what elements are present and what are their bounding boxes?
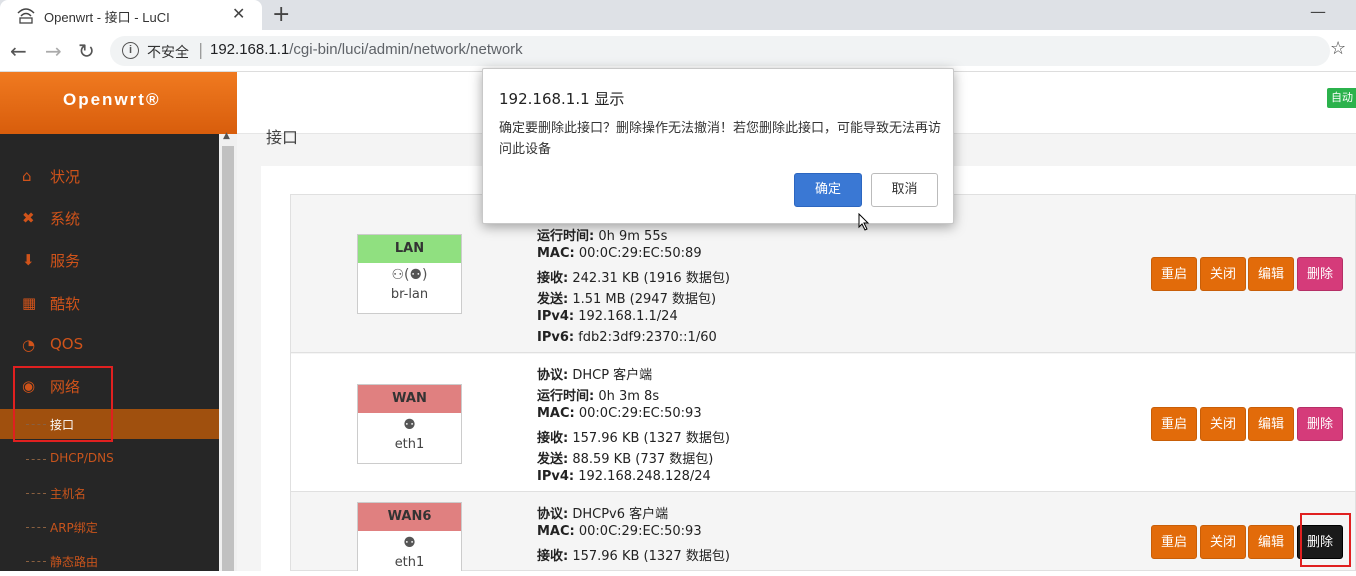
confirm-button[interactable]: 确定 xyxy=(794,173,862,207)
browser-tab-bar: Openwrt - 接口 - LuCI ✕ + — xyxy=(0,0,1356,30)
interface-info-line: MAC: 00:0C:29:EC:50:93 xyxy=(537,524,702,539)
interface-info-line: IPv4: 192.168.248.128/24 xyxy=(537,469,711,484)
interface-badge-lan: LAN ⚇(⚉) br-lan xyxy=(357,234,462,314)
edit-button[interactable]: 编辑 xyxy=(1248,257,1294,291)
interface-info-line: MAC: 00:0C:29:EC:50:93 xyxy=(537,406,702,421)
network-device-icon: ⚇(⚉) xyxy=(391,267,428,283)
tree-dash xyxy=(26,527,46,528)
sidebar-subitem-static-routes[interactable]: 静态路由 xyxy=(0,546,219,576)
interface-badge-wan: WAN ⚉ eth1 xyxy=(357,384,462,464)
highlight-delete-button xyxy=(1300,513,1351,567)
wifi-router-icon xyxy=(17,8,35,24)
dialog-title: 192.168.1.1 显示 xyxy=(499,90,625,108)
edit-button[interactable]: 编辑 xyxy=(1248,525,1294,559)
stop-button[interactable]: 关闭 xyxy=(1200,257,1246,291)
interface-info-line: 发送: 88.59 KB (737 数据包) xyxy=(537,452,714,467)
restart-button[interactable]: 重启 xyxy=(1151,407,1197,441)
page-title: 接口 xyxy=(266,128,299,147)
interface-info-line: IPv6: fdb2:3df9:2370::1/60 xyxy=(537,330,717,345)
sidebar-item-label: 系统 xyxy=(50,210,81,228)
browser-nav-bar: ← → ↻ i 不安全 | 192.168.1.1/cgi-bin/luci/a… xyxy=(0,30,1356,72)
interface-device: eth1 xyxy=(394,555,425,570)
restart-button[interactable]: 重启 xyxy=(1151,525,1197,559)
brand-text: Openwrt® xyxy=(63,90,161,109)
sidebar-item-services[interactable]: ⬇ 服务 xyxy=(0,243,219,279)
confirm-dialog: 192.168.1.1 显示 确定要删除此接口？删除操作无法撤消！若您删除此接口… xyxy=(482,68,954,224)
sidebar-item-software[interactable]: ▦ 酷软 xyxy=(0,286,219,322)
download-icon: ⬇ xyxy=(22,251,35,269)
interface-info-line: 接收: 157.96 KB (1327 数据包) xyxy=(537,431,730,446)
interface-device: br-lan xyxy=(390,287,429,302)
interface-info-line: 接收: 157.96 KB (1327 数据包) xyxy=(537,549,730,564)
delete-button[interactable]: 删除 xyxy=(1297,407,1343,441)
home-icon: ⌂ xyxy=(22,167,32,185)
sidebar-subitem-label: ARP绑定 xyxy=(50,521,98,535)
url-host: 192.168.1.1 xyxy=(210,41,290,58)
sidebar-item-status[interactable]: ⌂ 状况 xyxy=(0,159,219,195)
security-label: 不安全 xyxy=(147,45,189,61)
interface-info-line: 运行时间: 0h 9m 55s xyxy=(537,229,668,244)
sidebar-item-label: 状况 xyxy=(50,168,81,186)
dialog-message: 确定要删除此接口？删除操作无法撤消！若您删除此接口，可能导致无法再访问此设备 xyxy=(499,121,942,157)
interface-info-line: 协议: DHCP 客户端 xyxy=(537,368,653,383)
interface-info-line: MAC: 00:0C:29:EC:50:89 xyxy=(537,246,702,261)
browser-tab[interactable]: Openwrt - 接口 - LuCI ✕ xyxy=(0,0,262,30)
delete-button[interactable]: 删除 xyxy=(1297,257,1343,291)
bookmark-star-icon[interactable]: ☆ xyxy=(1330,38,1346,59)
info-icon[interactable]: i xyxy=(122,42,139,59)
calendar-icon: ▦ xyxy=(22,294,37,312)
scroll-up-icon[interactable]: ▲ xyxy=(223,131,230,141)
interface-info-line: 接收: 242.31 KB (1916 数据包) xyxy=(537,271,730,286)
cancel-button[interactable]: 取消 xyxy=(871,173,938,207)
url-path: /cgi-bin/luci/admin/network/network xyxy=(289,41,523,58)
network-device-icon: ⚉ xyxy=(403,417,416,433)
auto-refresh-badge[interactable]: 自动 xyxy=(1327,88,1356,108)
interface-info-line: IPv4: 192.168.1.1/24 xyxy=(537,309,678,324)
interface-info-line: 发送: 1.51 MB (2947 数据包) xyxy=(537,292,717,307)
sidebar-subitem-dhcp-dns[interactable]: DHCP/DNS xyxy=(0,444,219,474)
tree-dash xyxy=(26,493,46,494)
stop-button[interactable]: 关闭 xyxy=(1200,525,1246,559)
back-icon[interactable]: ← xyxy=(10,39,27,63)
mouse-cursor-icon xyxy=(858,213,870,231)
highlight-network-menu xyxy=(13,366,113,442)
sidebar-item-system[interactable]: ✖ 系统 xyxy=(0,201,219,237)
interface-name: LAN xyxy=(358,235,461,263)
sidebar-subitem-label: 静态路由 xyxy=(50,555,99,569)
sidebar-scroll-thumb[interactable] xyxy=(222,146,234,571)
brand-logo[interactable]: Openwrt® xyxy=(0,72,237,134)
url-separator: | xyxy=(198,40,204,59)
interface-info-line: 协议: DHCPv6 客户端 xyxy=(537,507,669,522)
gauge-icon: ◔ xyxy=(22,336,36,354)
sidebar-subitem-arp-binding[interactable]: ARP绑定 xyxy=(0,512,219,542)
tree-dash xyxy=(26,561,46,562)
new-tab-icon[interactable]: + xyxy=(272,2,290,27)
tab-title: Openwrt - 接口 - LuCI xyxy=(44,10,170,25)
sidebar-subitem-label: DHCP/DNS xyxy=(50,451,114,465)
tools-icon: ✖ xyxy=(22,209,35,227)
close-tab-icon[interactable]: ✕ xyxy=(232,4,245,23)
interface-name: WAN xyxy=(358,385,461,413)
stop-button[interactable]: 关闭 xyxy=(1200,407,1246,441)
sidebar: ⌂ 状况 ✖ 系统 ⬇ 服务 ▦ 酷软 ◔ QOS ◉ 网络 接口 DHCP/D… xyxy=(0,134,219,571)
sidebar-item-label: 服务 xyxy=(50,252,81,270)
reload-icon[interactable]: ↻ xyxy=(78,39,95,63)
restart-button[interactable]: 重启 xyxy=(1151,257,1197,291)
interface-device: eth1 xyxy=(394,437,425,452)
forward-icon[interactable]: → xyxy=(45,39,62,63)
interface-name: WAN6 xyxy=(358,503,461,531)
sidebar-subitem-hostnames[interactable]: 主机名 xyxy=(0,478,219,508)
address-bar[interactable]: i 不安全 | 192.168.1.1/cgi-bin/luci/admin/n… xyxy=(110,36,1330,66)
minimize-icon[interactable]: — xyxy=(1310,2,1326,21)
sidebar-item-label: 酷软 xyxy=(50,295,81,313)
sidebar-subitem-label: 主机名 xyxy=(50,487,87,501)
interface-info-line: 运行时间: 0h 3m 8s xyxy=(537,389,660,404)
tree-dash xyxy=(26,459,46,460)
interface-badge-wan6: WAN6 ⚉ eth1 xyxy=(357,502,462,571)
network-device-icon: ⚉ xyxy=(403,535,416,551)
url-text[interactable]: 192.168.1.1/cgi-bin/luci/admin/network/n… xyxy=(210,41,523,58)
edit-button[interactable]: 编辑 xyxy=(1248,407,1294,441)
sidebar-item-qos[interactable]: ◔ QOS xyxy=(0,328,219,364)
sidebar-item-label: QOS xyxy=(50,335,84,353)
